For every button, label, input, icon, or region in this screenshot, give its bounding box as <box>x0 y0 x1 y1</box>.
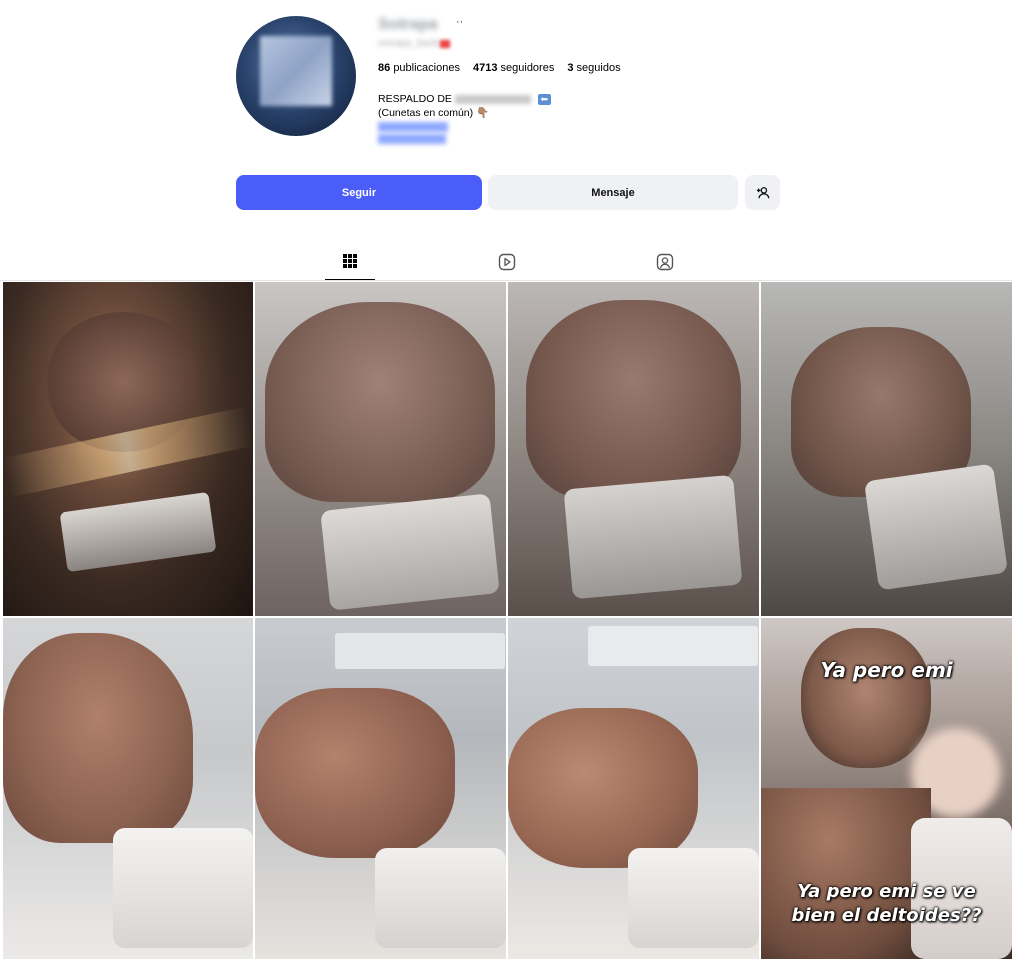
bio-line1-prefix: RESPALDO DE <box>378 93 452 105</box>
bio-link-1[interactable] <box>378 122 448 132</box>
profile-username: Sotrapa <box>378 16 438 33</box>
avatar[interactable] <box>236 16 356 136</box>
post-caption-top: Ya pero emi <box>820 658 953 682</box>
post-caption-bottom: Ya pero emi se ve bien el deltoides?? <box>791 881 982 926</box>
profile-handle: sotrapa_backup <box>378 38 450 49</box>
add-user-button[interactable] <box>745 175 780 210</box>
add-user-icon <box>756 186 769 198</box>
message-button[interactable]: Mensaje <box>488 175 738 210</box>
post-tile-8[interactable]: Ya pero emi Ya pero emi se ve bien el de… <box>761 618 1012 959</box>
tab-reels[interactable] <box>482 245 532 281</box>
posts-grid: Ya pero emi Ya pero emi se ve bien el de… <box>3 282 1012 959</box>
profile-stats: 86 publicaciones 4713 seguidores 3 segui… <box>378 62 621 74</box>
tabs-divider <box>0 280 1012 281</box>
profile-bio: RESPALDO DE ⬅ (Cunetas en común) 👇🏽 <box>378 92 551 144</box>
profile-tabs <box>236 245 780 281</box>
followers-stat[interactable]: 4713 seguidores <box>473 62 554 74</box>
left-arrow-icon: ⬅ <box>537 93 551 105</box>
bio-mention-link[interactable] <box>454 94 531 104</box>
reels-icon <box>498 253 516 271</box>
follow-button[interactable]: Seguir <box>236 175 482 210</box>
tab-posts[interactable] <box>325 245 375 281</box>
following-stat[interactable]: 3 seguidos <box>567 62 620 74</box>
post-tile-7[interactable] <box>508 618 759 959</box>
post-tile-4[interactable] <box>761 282 1012 616</box>
post-tile-6[interactable] <box>255 618 506 959</box>
posts-stat[interactable]: 86 publicaciones <box>378 62 460 74</box>
bio-line2: (Cunetas en común) <box>378 107 474 119</box>
profile-actions: Seguir Mensaje <box>236 175 780 210</box>
tagged-icon <box>656 253 674 271</box>
post-tile-1[interactable] <box>3 282 253 616</box>
post-tile-3[interactable] <box>508 282 759 616</box>
more-dots-icon[interactable]: ·· <box>456 16 463 28</box>
grid-icon <box>343 254 357 268</box>
tab-tagged[interactable] <box>640 245 690 281</box>
flag-icon <box>440 40 450 48</box>
profile-header: Sotrapa ·· sotrapa_backup 86 publicacion… <box>236 16 780 146</box>
post-tile-5[interactable] <box>3 618 253 959</box>
pointing-down-icon: 👇🏽 <box>476 107 490 119</box>
post-tile-2[interactable] <box>255 282 506 616</box>
bio-link-2[interactable] <box>378 134 446 144</box>
